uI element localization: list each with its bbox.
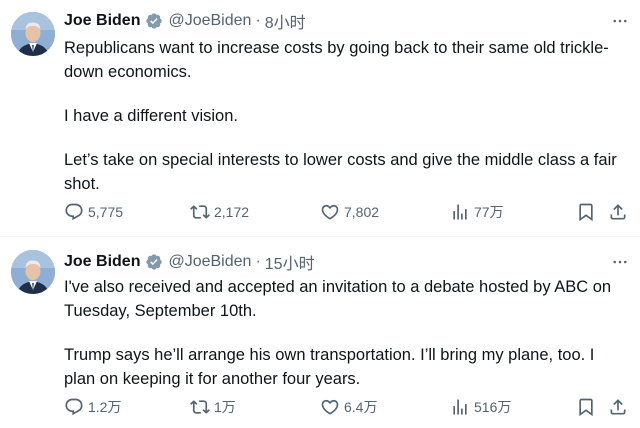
reply-count: 1.2万 bbox=[88, 399, 122, 415]
share-button[interactable] bbox=[608, 201, 628, 223]
verified-badge-icon bbox=[145, 253, 163, 271]
reply-button[interactable]: 5,775 bbox=[64, 201, 123, 223]
author-name[interactable]: Joe Biden bbox=[64, 253, 140, 271]
bookmark-button[interactable] bbox=[576, 201, 596, 223]
views-button[interactable]: 516万 bbox=[450, 396, 511, 418]
tweet-paragraph: Let’s take on special interests to lower… bbox=[64, 151, 617, 193]
share-icon bbox=[608, 397, 628, 417]
like-button[interactable]: 6.4万 bbox=[320, 396, 377, 418]
action-bar: 5,775 2,172 7,802 77万 bbox=[64, 201, 630, 223]
repost-icon bbox=[190, 397, 210, 417]
views-count: 77万 bbox=[474, 204, 504, 220]
tweet-text: Republicans want to increase costs by go… bbox=[64, 36, 630, 196]
repost-button[interactable]: 1万 bbox=[190, 396, 236, 418]
tweet-text: I've also received and accepted an invit… bbox=[64, 275, 630, 391]
tweet[interactable]: Joe Biden @JoeBiden · 8小时 Republicans wa… bbox=[0, 0, 640, 236]
share-button[interactable] bbox=[608, 396, 628, 418]
verified-badge-icon bbox=[145, 12, 163, 30]
separator-dot: · bbox=[255, 12, 261, 29]
like-count: 6.4万 bbox=[344, 399, 378, 415]
views-button[interactable]: 77万 bbox=[450, 201, 504, 223]
share-icon bbox=[608, 202, 628, 222]
timestamp[interactable]: 8小时 bbox=[265, 9, 306, 33]
reply-count: 5,775 bbox=[88, 204, 124, 220]
author-handle[interactable]: @JoeBiden bbox=[168, 12, 251, 30]
author-name[interactable]: Joe Biden bbox=[64, 12, 140, 30]
tweet-paragraph: I've also received and accepted an invit… bbox=[64, 278, 612, 320]
repost-icon bbox=[190, 202, 210, 222]
bookmark-icon bbox=[576, 397, 596, 417]
tweet-header: Joe Biden @JoeBiden · 15小时 bbox=[64, 250, 315, 274]
avatar[interactable] bbox=[11, 250, 55, 294]
like-icon bbox=[320, 202, 340, 222]
avatar[interactable] bbox=[11, 12, 55, 56]
like-count: 7,802 bbox=[344, 204, 380, 220]
tweet-paragraph: I have a different vision. bbox=[64, 107, 238, 125]
views-icon bbox=[450, 397, 470, 417]
bookmark-icon bbox=[576, 202, 596, 222]
like-button[interactable]: 7,802 bbox=[320, 201, 379, 223]
like-icon bbox=[320, 397, 340, 417]
more-icon[interactable] bbox=[610, 11, 630, 31]
more-icon[interactable] bbox=[610, 252, 630, 272]
tweet-header: Joe Biden @JoeBiden · 8小时 bbox=[64, 9, 306, 33]
reply-icon bbox=[64, 202, 84, 222]
views-count: 516万 bbox=[474, 399, 512, 415]
separator-dot: · bbox=[255, 253, 261, 270]
reply-icon bbox=[64, 397, 84, 417]
repost-button[interactable]: 2,172 bbox=[190, 201, 249, 223]
reply-button[interactable]: 1.2万 bbox=[64, 396, 121, 418]
bookmark-button[interactable] bbox=[576, 396, 596, 418]
views-icon bbox=[450, 202, 470, 222]
tweet-paragraph: Trump says he’ll arrange his own transpo… bbox=[64, 346, 595, 388]
timestamp[interactable]: 15小时 bbox=[265, 250, 315, 274]
tweet-paragraph: Republicans want to increase costs by go… bbox=[64, 39, 609, 81]
author-handle[interactable]: @JoeBiden bbox=[168, 253, 251, 271]
action-bar: 1.2万 1万 6.4万 516万 bbox=[64, 396, 630, 418]
repost-count: 2,172 bbox=[214, 204, 250, 220]
tweet[interactable]: Joe Biden @JoeBiden · 15小时 I've also rec… bbox=[0, 237, 640, 428]
repost-count: 1万 bbox=[214, 399, 236, 415]
